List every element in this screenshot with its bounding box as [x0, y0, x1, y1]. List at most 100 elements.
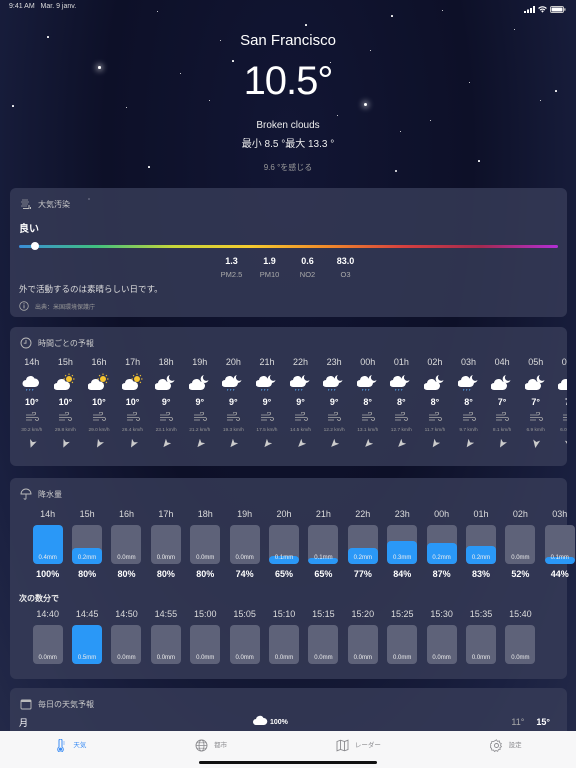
precipitation-minutes-list[interactable]: 14:40 0.0mm 14:45 0.5mm 14:50 0.0mm 14:55 0.0mm…	[28, 609, 540, 664]
hourly-item: 00h 8° 13.1 km/h	[351, 357, 385, 451]
precip-bar: 0.0mm	[229, 525, 260, 564]
tab-cities[interactable]: 都市	[195, 739, 227, 755]
hour-temperature: 7°	[497, 397, 507, 407]
precipitation-item: 02h 0.0mm 52%	[501, 509, 540, 579]
hour-time: 06h	[561, 357, 567, 367]
precipitation-item: 15:10 0.0mm	[264, 609, 303, 664]
moon-cloud-rain-icon	[390, 375, 410, 391]
air-quality-title: 大気汚染	[38, 199, 70, 209]
hourly-item: 04h 7° 8.1 km/h	[485, 357, 519, 451]
moon-cloud-icon	[155, 375, 175, 390]
precip-bar: 0.0mm	[150, 625, 181, 664]
hourly-item: 23h 9° 12.2 km/h	[317, 357, 351, 451]
precipitation-item: 17h 0.0mm 80%	[146, 509, 185, 579]
precip-bar: 0.0mm	[269, 625, 300, 664]
daily-precip-prob: 100%	[270, 718, 288, 726]
tab-radar[interactable]: レーダー	[336, 739, 381, 755]
wifi-icon	[538, 5, 547, 13]
precip-time: 15:10	[272, 609, 296, 619]
pollutant-no2: 0.6 NO2	[297, 256, 319, 279]
hour-time: 14h	[24, 357, 40, 367]
precip-amount: 0.1mm	[274, 555, 294, 561]
daily-low: 11°	[511, 717, 525, 727]
precipitation-item: 21h 0.1mm 65%	[304, 509, 343, 579]
hourly-item: 15h 10° 29.8 km/h	[49, 357, 83, 451]
precip-time: 19h	[237, 509, 253, 519]
precip-amount: 0.2mm	[471, 555, 491, 561]
calendar-icon	[20, 699, 32, 710]
moon-cloud-icon	[491, 375, 511, 390]
home-indicator[interactable]	[199, 761, 377, 764]
air-quality-level: 良い	[19, 224, 39, 235]
precip-bar: 0.1mm	[308, 525, 339, 564]
wind-direction-icon	[398, 439, 407, 447]
precip-bar: 0.1mm	[269, 525, 300, 564]
precipitation-item: 15:30 0.0mm	[422, 609, 461, 664]
precip-amount: 0.2mm	[353, 555, 372, 561]
hour-time: 16h	[91, 357, 107, 367]
precip-probability: 44%	[550, 569, 569, 579]
precip-time: 15:05	[233, 609, 256, 619]
min-max-temperature: 最小 8.5 °最大 13.3 °	[241, 139, 335, 150]
hourly-item: 01h 8° 12.7 km/h	[385, 357, 419, 451]
precip-probability: 77%	[353, 569, 372, 579]
precip-bar: 0.4mm	[32, 525, 63, 564]
precip-time: 20h	[276, 509, 292, 519]
wind-icon	[92, 412, 106, 421]
precip-bar: 0.2mm	[465, 525, 496, 564]
precip-probability: 80%	[78, 569, 97, 579]
precip-amount: 0.5mm	[77, 655, 97, 661]
wind-icon	[126, 412, 140, 421]
precip-time: 02h	[512, 509, 528, 519]
precip-amount: 0.0mm	[353, 655, 372, 661]
daily-high: 15°	[536, 717, 550, 727]
moon-cloud-rain-icon	[323, 375, 343, 391]
hour-temperature: 10°	[125, 397, 140, 407]
hourly-title: 時間ごとの予報	[38, 338, 94, 348]
precip-time: 15:35	[469, 609, 493, 619]
precip-probability: 87%	[432, 569, 451, 579]
precip-bar: 0.0mm	[387, 625, 418, 664]
precip-amount: 0.0mm	[117, 555, 136, 561]
precip-amount: 0.4mm	[38, 555, 57, 561]
pollutant-name: PM10	[259, 270, 280, 279]
precipitation-item: 14:45 0.5mm	[67, 609, 106, 664]
tab-settings[interactable]: 設定	[489, 739, 522, 755]
precipitation-title: 降水量	[38, 489, 62, 499]
hourly-forecast-card[interactable]: 時間ごとの予報 14h 10° 30.2 km/h 15h 10° 29.8 km/h 16…	[10, 327, 567, 466]
wind-speed: 13.1 km/h	[357, 428, 379, 433]
hour-time: 20h	[225, 357, 241, 367]
moon-cloud-icon	[423, 375, 444, 390]
tab-label: 都市	[214, 742, 228, 749]
tab-weather[interactable]: 天気	[54, 739, 86, 755]
hour-time: 05h	[528, 357, 544, 367]
thermometer-icon	[57, 739, 66, 752]
tab-label: 天気	[73, 742, 87, 749]
precip-probability: 74%	[235, 569, 254, 579]
precip-bar: 0.0mm	[150, 525, 181, 564]
precip-bar: 0.0mm	[190, 525, 221, 564]
precip-probability: 83%	[471, 569, 490, 579]
precip-time: 23h	[394, 509, 410, 519]
precipitation-item: 14:40 0.0mm	[28, 609, 67, 664]
hour-temperature: 9°	[161, 397, 171, 407]
info-icon[interactable]	[19, 301, 29, 311]
sun-cloud-icon	[121, 373, 143, 390]
sun-cloud-icon	[54, 373, 75, 390]
minutes-title: 次の数分で	[19, 594, 59, 603]
hour-temperature: 7°	[531, 397, 540, 407]
hourly-list[interactable]: 14h 10° 30.2 km/h 15h 10° 29.8 km/h 16h 10° 29.0…	[15, 357, 567, 451]
wind-direction-icon	[163, 439, 172, 448]
wind-icon	[160, 412, 174, 421]
precip-probability: 80%	[156, 569, 175, 579]
precip-bar: 0.0mm	[347, 625, 378, 664]
precipitation-item: 15:15 0.0mm	[304, 609, 343, 664]
hourly-item: 17h 10° 26.4 km/h	[116, 357, 150, 451]
precipitation-hourly-list[interactable]: 14h 0.4mm 100% 15h 0.2mm 80% 16h 0.0mm 80% 17h 0.0…	[28, 509, 576, 579]
pollutant-value: 0.6	[301, 256, 314, 266]
precipitation-item: 03h 0.1mm 44%	[540, 509, 576, 579]
air-quality-source[interactable]: 出典：米国環境保護庁	[10, 295, 567, 311]
wind-icon	[59, 412, 73, 421]
wind-speed: 29.8 km/h	[54, 428, 76, 433]
daily-row[interactable]: 月 100% 11° 15°	[19, 715, 550, 729]
